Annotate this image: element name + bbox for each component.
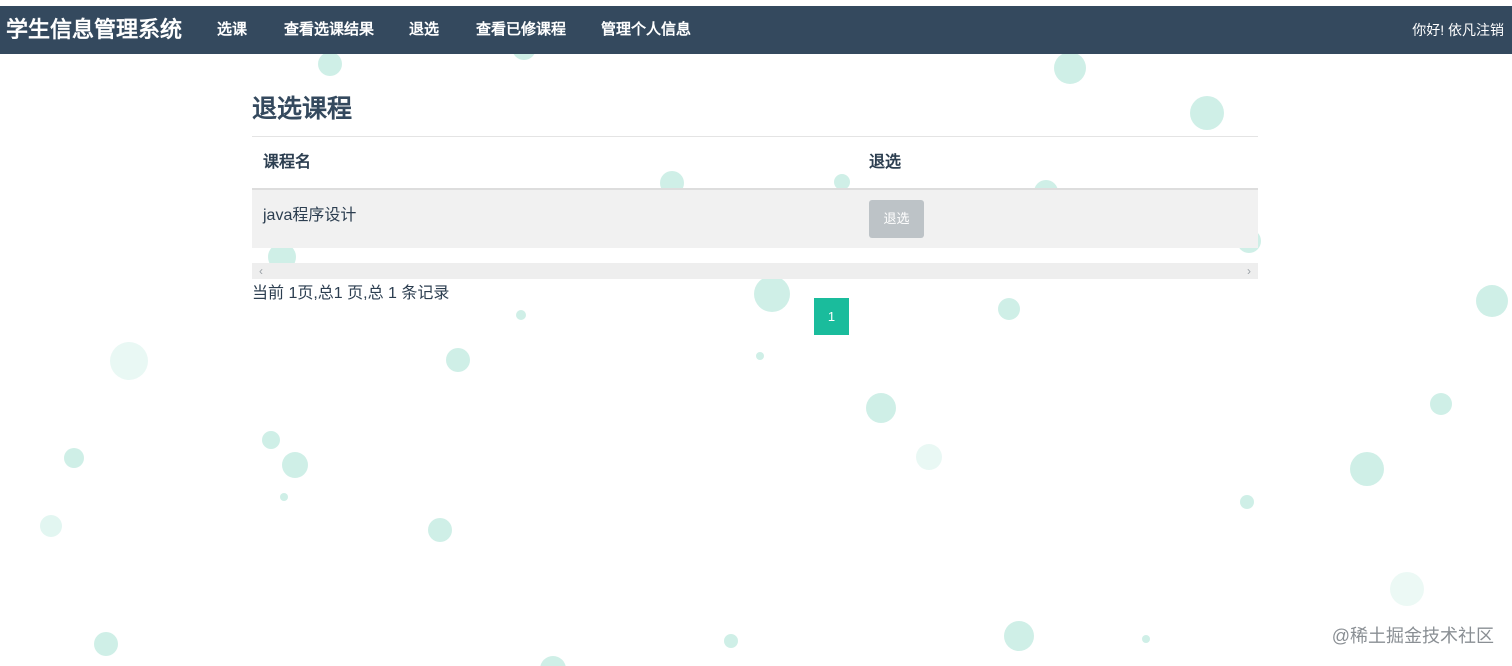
background-bubble [1054, 52, 1086, 84]
horizontal-scrollbar[interactable]: ‹ › [252, 263, 1258, 279]
nav-item-select-course[interactable]: 选课 [217, 6, 247, 54]
background-bubble [998, 298, 1020, 320]
background-bubble [1240, 495, 1254, 509]
background-bubbles [0, 0, 1512, 666]
page-title: 退选课程 [252, 95, 353, 123]
background-bubble [280, 493, 288, 501]
table-header: 课程名 退选 [252, 137, 1258, 190]
nav-item-drop-course[interactable]: 退选 [409, 6, 439, 54]
table-row: java程序设计 退选 [252, 190, 1258, 248]
drop-course-button[interactable]: 退选 [869, 200, 924, 238]
pagination-summary: 当前 1页,总1 页,总 1 条记录 [252, 285, 450, 302]
course-table: 课程名 退选 java程序设计 退选 [252, 137, 1258, 248]
course-name-cell: java程序设计 [263, 207, 357, 224]
background-bubble [40, 515, 62, 537]
background-bubble [866, 393, 896, 423]
column-header-drop: 退选 [869, 154, 902, 171]
page-number-button[interactable]: 1 [814, 298, 849, 335]
nav-item-completed-courses[interactable]: 查看已修课程 [476, 6, 566, 54]
background-bubble [318, 52, 342, 76]
background-bubble [1350, 452, 1384, 486]
background-bubble [1190, 96, 1224, 130]
background-bubble [1004, 621, 1034, 651]
background-bubble [446, 348, 470, 372]
nav-item-view-selection-results[interactable]: 查看选课结果 [284, 6, 374, 54]
column-header-course-name: 课程名 [263, 154, 312, 171]
background-bubble [756, 352, 764, 360]
background-bubble [1476, 285, 1508, 317]
background-bubble [1390, 572, 1424, 606]
scroll-right-arrow-icon[interactable]: › [1242, 263, 1256, 279]
background-bubble [754, 276, 790, 312]
background-bubble [262, 431, 280, 449]
background-bubble [1142, 635, 1150, 643]
background-bubble [724, 634, 738, 648]
background-bubble [94, 632, 118, 656]
scroll-left-arrow-icon[interactable]: ‹ [254, 263, 268, 279]
user-greeting: 你好! 依凡注销 [1412, 6, 1504, 54]
background-bubble [1430, 393, 1452, 415]
greeting-text: 你好! [1412, 22, 1445, 38]
background-bubble [540, 656, 566, 666]
top-navbar: 学生信息管理系统 选课 查看选课结果 退选 查看已修课程 管理个人信息 你好! … [0, 6, 1512, 54]
watermark: @稀土掘金技术社区 [1331, 626, 1494, 646]
brand-title[interactable]: 学生信息管理系统 [6, 6, 182, 54]
nav-item-manage-profile[interactable]: 管理个人信息 [601, 6, 691, 54]
background-bubble [428, 518, 452, 542]
logout-link[interactable]: 注销 [1476, 22, 1504, 38]
background-bubble [516, 310, 526, 320]
username: 依凡 [1448, 22, 1476, 38]
background-bubble [916, 444, 942, 470]
background-bubble [110, 342, 148, 380]
background-bubble [282, 452, 308, 478]
background-bubble [64, 448, 84, 468]
